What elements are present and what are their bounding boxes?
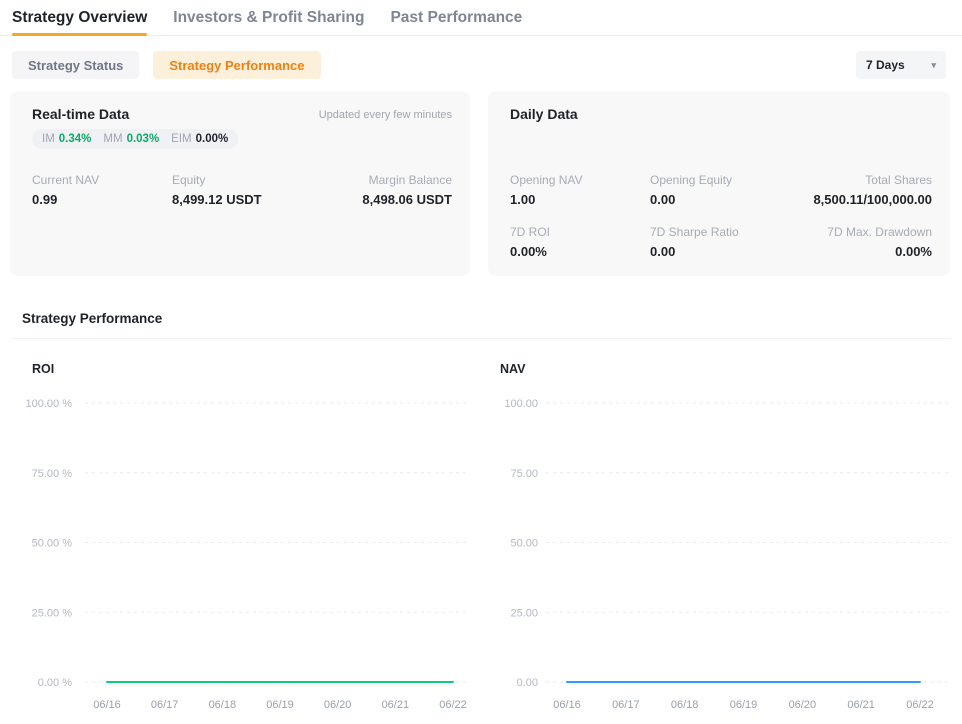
7d-max-drawdown-label: 7D Max. Drawdown [827, 225, 932, 239]
equity-value: 8,499.12 USDT [172, 192, 362, 207]
7d-roi-label: 7D ROI [510, 225, 650, 239]
updated-note: Updated every few minutes [319, 106, 452, 121]
performance-section-title: Strategy Performance [22, 311, 962, 326]
y-tick-label: 100.00 % [26, 398, 73, 410]
equity-label: Equity [172, 173, 362, 187]
main-tab-bar: Strategy Overview Investors & Profit Sha… [0, 0, 962, 36]
daily-data-card: Daily Data Opening NAV 1.00 Opening Equi… [488, 91, 950, 276]
margin-balance-stat: Margin Balance 8,498.06 USDT [362, 173, 452, 207]
sub-tab-row: Strategy Status Strategy Performance 7 D… [12, 51, 946, 79]
y-tick-label: 75.00 [510, 468, 538, 480]
charts-row: ROI 100.00 % 75.00 % 50.00 % 25.00 % 0.00 % 0… [10, 339, 950, 724]
current-nav-value: 0.99 [32, 192, 172, 207]
y-tick-label: 0.00 [517, 677, 538, 689]
7d-roi-value: 0.00% [510, 244, 650, 259]
im-badge: IM 0.34% [42, 133, 91, 145]
x-tick-label: 06/16 [553, 699, 581, 711]
7d-roi-stat: 7D ROI 0.00% [510, 225, 650, 259]
realtime-stats-row: Current NAV 0.99 Equity 8,499.12 USDT Ma… [32, 173, 452, 207]
mm-badge: MM 0.03% [103, 133, 159, 145]
total-shares-value: 8,500.11/100,000.00 [813, 192, 932, 207]
opening-equity-value: 0.00 [650, 192, 813, 207]
period-select-value: 7 Days [866, 58, 905, 72]
daily-card-title: Daily Data [510, 106, 578, 122]
daily-stats-row-2: 7D ROI 0.00% 7D Sharpe Ratio 0.00 7D Max… [510, 225, 932, 259]
x-tick-label: 06/20 [789, 699, 817, 711]
x-tick-label: 06/16 [93, 699, 121, 711]
opening-equity-stat: Opening Equity 0.00 [650, 173, 813, 207]
y-tick-label: 50.00 % [32, 538, 73, 550]
tab-strategy-overview[interactable]: Strategy Overview [12, 0, 147, 35]
nav-chart: 100.00 75.00 50.00 25.00 0.00 06/16 06/17 06/18… [488, 376, 950, 724]
7d-sharpe-stat: 7D Sharpe Ratio 0.00 [650, 225, 827, 259]
opening-nav-stat: Opening NAV 1.00 [510, 173, 650, 207]
subtab-strategy-status[interactable]: Strategy Status [12, 51, 139, 79]
opening-nav-value: 1.00 [510, 192, 650, 207]
y-tick-label: 50.00 [510, 538, 538, 550]
nav-chart-title: NAV [488, 362, 950, 376]
current-nav-stat: Current NAV 0.99 [32, 173, 172, 207]
im-badge-value: 0.34% [59, 133, 92, 145]
daily-stats-row-1: Opening NAV 1.00 Opening Equity 0.00 Tot… [510, 173, 932, 207]
x-tick-label: 06/17 [612, 699, 640, 711]
subtab-strategy-performance[interactable]: Strategy Performance [153, 51, 320, 79]
mm-badge-label: MM [103, 133, 122, 145]
x-tick-label: 06/22 [906, 699, 934, 711]
mm-badge-value: 0.03% [127, 133, 160, 145]
equity-stat: Equity 8,499.12 USDT [172, 173, 362, 207]
x-tick-label: 06/17 [151, 699, 179, 711]
y-tick-label: 25.00 % [32, 607, 73, 619]
x-tick-label: 06/21 [382, 699, 410, 711]
opening-equity-label: Opening Equity [650, 173, 813, 187]
data-cards-row: Real-time Data Updated every few minutes… [10, 91, 950, 276]
opening-nav-label: Opening NAV [510, 173, 650, 187]
margin-balance-label: Margin Balance [362, 173, 452, 187]
x-tick-label: 06/21 [847, 699, 875, 711]
roi-chart: 100.00 % 75.00 % 50.00 % 25.00 % 0.00 % 06/16… [10, 376, 472, 724]
current-nav-label: Current NAV [32, 173, 172, 187]
y-tick-label: 25.00 [510, 607, 538, 619]
total-shares-stat: Total Shares 8,500.11/100,000.00 [813, 173, 932, 207]
period-select[interactable]: 7 Days ▾ [856, 51, 946, 79]
margin-badges: IM 0.34% MM 0.03% EIM 0.00% [32, 129, 238, 149]
eim-badge-label: EIM [171, 133, 191, 145]
nav-chart-block: NAV 100.00 75.00 50.00 25.00 0.00 06/16 06/17 0… [488, 339, 950, 724]
im-badge-label: IM [42, 133, 55, 145]
x-tick-label: 06/19 [730, 699, 758, 711]
y-tick-label: 75.00 % [32, 468, 73, 480]
7d-max-drawdown-stat: 7D Max. Drawdown 0.00% [827, 225, 932, 259]
tab-past-performance[interactable]: Past Performance [390, 0, 522, 35]
roi-chart-block: ROI 100.00 % 75.00 % 50.00 % 25.00 % 0.00 % 0… [10, 339, 472, 724]
realtime-card-title: Real-time Data [32, 106, 129, 122]
y-tick-label: 0.00 % [38, 677, 72, 689]
total-shares-label: Total Shares [813, 173, 932, 187]
margin-balance-value: 8,498.06 USDT [362, 192, 452, 207]
x-tick-label: 06/19 [266, 699, 294, 711]
caret-down-icon: ▾ [931, 61, 936, 70]
y-tick-label: 100.00 [504, 398, 538, 410]
7d-sharpe-label: 7D Sharpe Ratio [650, 225, 827, 239]
7d-sharpe-value: 0.00 [650, 244, 827, 259]
eim-badge: EIM 0.00% [171, 133, 228, 145]
x-tick-label: 06/18 [209, 699, 237, 711]
x-tick-label: 06/20 [324, 699, 352, 711]
realtime-data-card: Real-time Data Updated every few minutes… [10, 91, 470, 276]
x-tick-label: 06/22 [439, 699, 467, 711]
7d-max-drawdown-value: 0.00% [827, 244, 932, 259]
x-tick-label: 06/18 [671, 699, 699, 711]
eim-badge-value: 0.00% [196, 133, 229, 145]
tab-investors-profit-sharing[interactable]: Investors & Profit Sharing [173, 0, 364, 35]
roi-chart-title: ROI [10, 362, 472, 376]
